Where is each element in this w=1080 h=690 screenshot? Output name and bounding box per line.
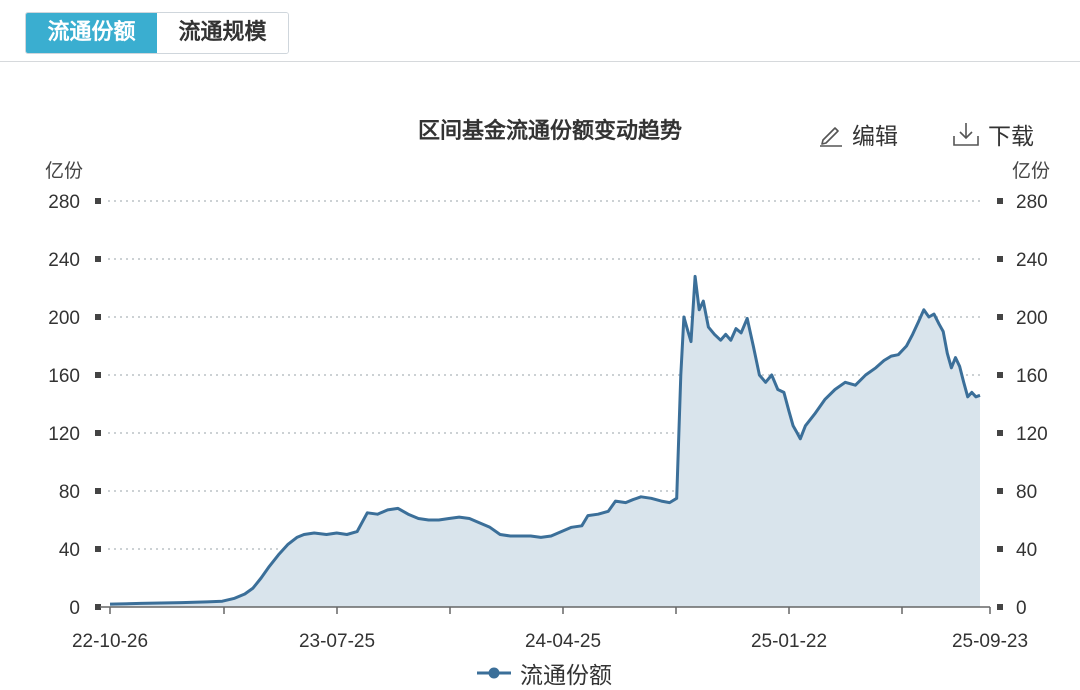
y-tick-mark [95,372,101,378]
y-tick-label-right: 200 [1016,308,1048,329]
y-tick-mark [95,488,101,494]
y-tick-label-right: 280 [1016,192,1048,213]
y-tick-mark [997,430,1003,436]
x-tick-label: 24-04-25 [525,631,601,652]
y-tick-mark [95,314,101,320]
x-tick-label: 25-09-23 [952,631,1028,652]
legend-marker-icon [477,667,511,679]
y-tick-label-left: 160 [48,366,80,387]
legend-label: 流通份额 [520,663,612,689]
x-tick-label: 23-07-25 [299,631,375,652]
y-tick-mark [95,430,101,436]
y-axis-left-unit: 亿份 [45,160,83,182]
series-area [110,276,980,607]
y-tick-label-left: 80 [59,482,80,503]
y-tick-mark [997,256,1003,262]
y-tick-label-right: 40 [1016,540,1037,561]
y-tick-mark [997,314,1003,320]
y-tick-label-left: 280 [48,192,80,213]
y-tick-label-right: 0 [1016,598,1027,619]
x-tick-label: 25-01-22 [751,631,827,652]
y-tick-label-right: 80 [1016,482,1037,503]
y-tick-mark [997,372,1003,378]
y-tick-mark [95,198,101,204]
y-tick-label-right: 240 [1016,250,1048,271]
legend[interactable]: 流通份额 [476,656,612,690]
y-tick-mark [997,604,1003,610]
y-tick-label-left: 40 [59,540,80,561]
y-tick-mark [997,488,1003,494]
y-tick-mark [997,198,1003,204]
y-tick-label-left: 200 [48,308,80,329]
y-tick-label-right: 120 [1016,424,1048,445]
x-tick-label: 22-10-26 [72,631,148,652]
y-axis-right-unit: 亿份 [1012,160,1050,182]
y-tick-mark [997,546,1003,552]
y-tick-label-left: 240 [48,250,80,271]
y-tick-label-right: 160 [1016,366,1048,387]
y-tick-label-left: 120 [48,424,80,445]
area-chart: 亿份 亿份 0 0 40 40 80 80 120 120 160 160 200 200 240 240… [45,160,1050,652]
y-tick-mark [95,546,101,552]
y-tick-mark [95,256,101,262]
y-tick-label-left: 0 [69,598,80,619]
